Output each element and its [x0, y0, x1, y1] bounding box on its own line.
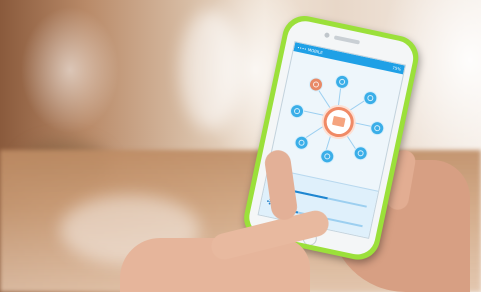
- device-node-icon[interactable]: [368, 119, 386, 137]
- device-node-icon[interactable]: [288, 102, 306, 120]
- speaker-grille: [333, 35, 361, 45]
- device-node-icon[interactable]: [307, 76, 325, 93]
- status-bar: •••• MOBILE 75%: [293, 42, 405, 75]
- battery-label: 75%: [391, 65, 402, 72]
- photo-scene: •••• MOBILE 75%: [0, 0, 481, 292]
- device-node-icon[interactable]: [352, 144, 369, 162]
- device-node-icon[interactable]: [318, 148, 336, 165]
- hub-box: [331, 115, 346, 128]
- device-node-icon[interactable]: [333, 73, 351, 91]
- blurred-window-light: [180, 10, 240, 130]
- device-node-icon[interactable]: [362, 89, 379, 107]
- camera-icon: [324, 32, 330, 39]
- carrier-label: •••• MOBILE: [296, 44, 324, 56]
